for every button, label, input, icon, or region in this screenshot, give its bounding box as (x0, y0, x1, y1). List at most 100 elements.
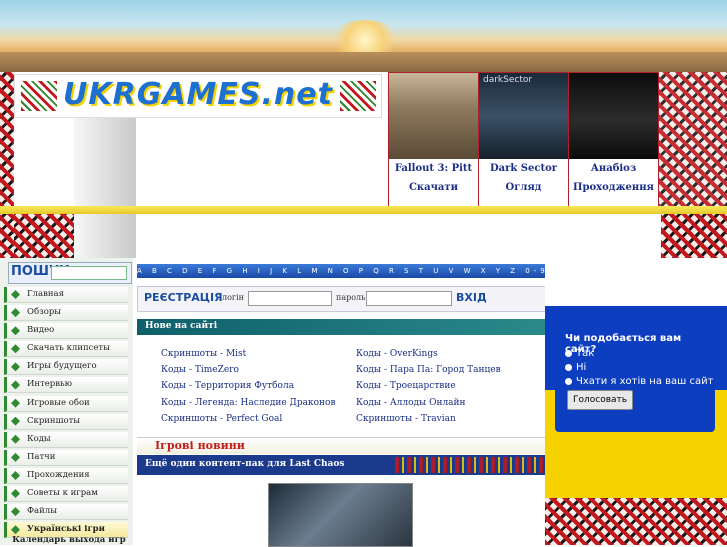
logo-text: UKRGAMES.net (63, 77, 333, 112)
radio-icon[interactable] (565, 377, 572, 385)
menu-item-label: Патчи (27, 451, 56, 462)
new-on-site-header: Нове на сайті (137, 319, 545, 335)
promo-action[interactable]: Огляд (479, 182, 568, 193)
bullet-icon (11, 398, 20, 408)
search-box: ПОШУК (8, 262, 132, 284)
alphabet-bar[interactable]: A B C D E F G H I J K L M N O P Q R S T … (137, 264, 545, 278)
menu-item-label: Прохождения (27, 469, 90, 480)
menu-item-clipsets[interactable]: Скачать клипсеты (4, 341, 128, 358)
games-news-header: Ігрові новини (137, 437, 545, 454)
poll-option[interactable]: Так (565, 348, 594, 359)
embroidery-left-lower (14, 214, 74, 258)
news-link[interactable]: Коды - Троецарствие (356, 381, 456, 391)
news-link[interactable]: Скриншоты - Perfect Goal (161, 414, 282, 424)
sidebar-menu: Главная Обзоры Видео Скачать клипсеты Иг… (4, 287, 128, 540)
promo-anabioz[interactable]: Анабіоз Проходження (568, 72, 659, 208)
menu-item-label: Видео (27, 325, 55, 336)
site-logo[interactable]: UKRGAMES.net (14, 74, 382, 118)
embroidery-right-bottom (545, 498, 727, 545)
menu-item-screenshots[interactable]: Скриншоты (4, 413, 128, 430)
embroidery-right (656, 72, 727, 206)
news-link[interactable]: Коды - OverKings (356, 349, 438, 359)
vote-button[interactable]: Голосовать (567, 390, 634, 410)
yellow-divider (0, 206, 727, 214)
password-input[interactable] (366, 291, 452, 306)
promo-title[interactable]: Fallout 3: Pitt (389, 163, 478, 174)
menu-item-label: Игры будущего (27, 361, 97, 372)
news-link[interactable]: Скриншоты - Travian (356, 414, 456, 424)
menu-item-label: Українські ігри (27, 524, 105, 535)
enter-button[interactable]: ВХІД (456, 291, 487, 304)
register-link[interactable]: РЕЄСТРАЦІЯ (144, 291, 223, 304)
news-link[interactable]: Коды - Легенда: Наследие Драконов (161, 398, 336, 408)
menu-item-walkthroughs[interactable]: Прохождения (4, 467, 128, 484)
bullet-icon (11, 290, 20, 299)
bullet-icon (11, 434, 20, 444)
bullet-icon (11, 362, 20, 372)
section-title: Ігрові новини (155, 439, 245, 452)
bullet-icon (11, 326, 20, 336)
news-item-image[interactable] (268, 483, 413, 547)
menu-item-files[interactable]: Файлы (4, 504, 128, 521)
login-label: логін (222, 293, 244, 302)
promo-fallout[interactable]: Fallout 3: Pitt Скачати (388, 72, 479, 208)
menu-item-video[interactable]: Видео (4, 323, 128, 340)
menu-item-home[interactable]: Главная (4, 287, 128, 303)
menu-item-reviews[interactable]: Обзоры (4, 305, 128, 322)
field-image (0, 52, 727, 72)
menu-item-interview[interactable]: Интервью (4, 377, 128, 394)
menu-item-label: Скриншоты (27, 415, 81, 426)
promo-action[interactable]: Проходження (569, 182, 658, 193)
shadow-column (74, 116, 136, 258)
calendar-link[interactable]: Календарь выхода игр (8, 535, 130, 545)
promo-title[interactable]: Dark Sector (479, 163, 568, 174)
ornament-icon (340, 81, 376, 111)
menu-item-codes[interactable]: Коды (4, 431, 128, 448)
menu-item-label: Главная (27, 289, 64, 299)
menu-item-patches[interactable]: Патчи (4, 449, 128, 466)
poll-option-label: Чхати я хотів на ваш сайт (576, 376, 714, 387)
embroidery-left (0, 72, 14, 258)
bullet-icon (11, 489, 20, 499)
ornament-icon (21, 81, 57, 111)
radio-icon[interactable] (565, 363, 572, 371)
promo-image (569, 73, 658, 159)
menu-item-future-games[interactable]: Игры будущего (4, 359, 128, 376)
news-link[interactable]: Коды - Аллоды Онлайн (356, 398, 466, 408)
embroidery-right-top (661, 214, 727, 258)
promo-image (389, 73, 478, 159)
menu-item-label: Обзоры (27, 307, 62, 318)
bullet-icon (11, 525, 20, 535)
login-input[interactable] (248, 291, 332, 306)
promo-dark-sector[interactable]: darkSector Dark Sector Огляд (478, 72, 569, 208)
promo-action[interactable]: Скачати (389, 182, 478, 193)
poll-option[interactable]: Чхати я хотів на ваш сайт (565, 376, 713, 387)
search-input[interactable] (51, 266, 127, 280)
radio-icon[interactable] (565, 349, 572, 357)
news-item-title-bar[interactable]: Ещё один контент-пак для Last Chaos (137, 455, 545, 475)
news-link[interactable]: Коды - TimeZero (161, 365, 239, 375)
ornament-icon (395, 457, 545, 473)
sky-banner (0, 0, 727, 72)
login-bar: РЕЄСТРАЦІЯ логін пароль ВХІД (137, 286, 547, 312)
bullet-icon (11, 308, 20, 318)
menu-item-label: Интервью (27, 379, 73, 390)
poll-option-label: Ні (576, 362, 587, 373)
menu-item-tips[interactable]: Советы к играм (4, 486, 128, 503)
password-label: пароль (336, 293, 366, 302)
poll-option[interactable]: Ні (565, 362, 586, 373)
news-item-title[interactable]: Ещё один контент-пак для Last Chaos (145, 459, 344, 469)
menu-item-wallpapers[interactable]: Игровые обои (4, 395, 128, 412)
bullet-icon (11, 416, 20, 426)
bullet-icon (11, 470, 20, 480)
promo-title[interactable]: Анабіоз (569, 163, 658, 174)
promo-image-caption: darkSector (483, 75, 533, 85)
bullet-icon (11, 344, 20, 354)
section-title: Нове на сайті (145, 321, 218, 331)
menu-item-label: Скачать клипсеты (27, 343, 110, 354)
news-link[interactable]: Коды - Пара Па: Город Танцев (356, 365, 501, 375)
news-link[interactable]: Коды - Территория Футбола (161, 381, 294, 391)
poll-option-label: Так (576, 348, 595, 359)
news-link[interactable]: Скриншоты - Mist (161, 349, 246, 359)
promo-image: darkSector (479, 73, 568, 159)
